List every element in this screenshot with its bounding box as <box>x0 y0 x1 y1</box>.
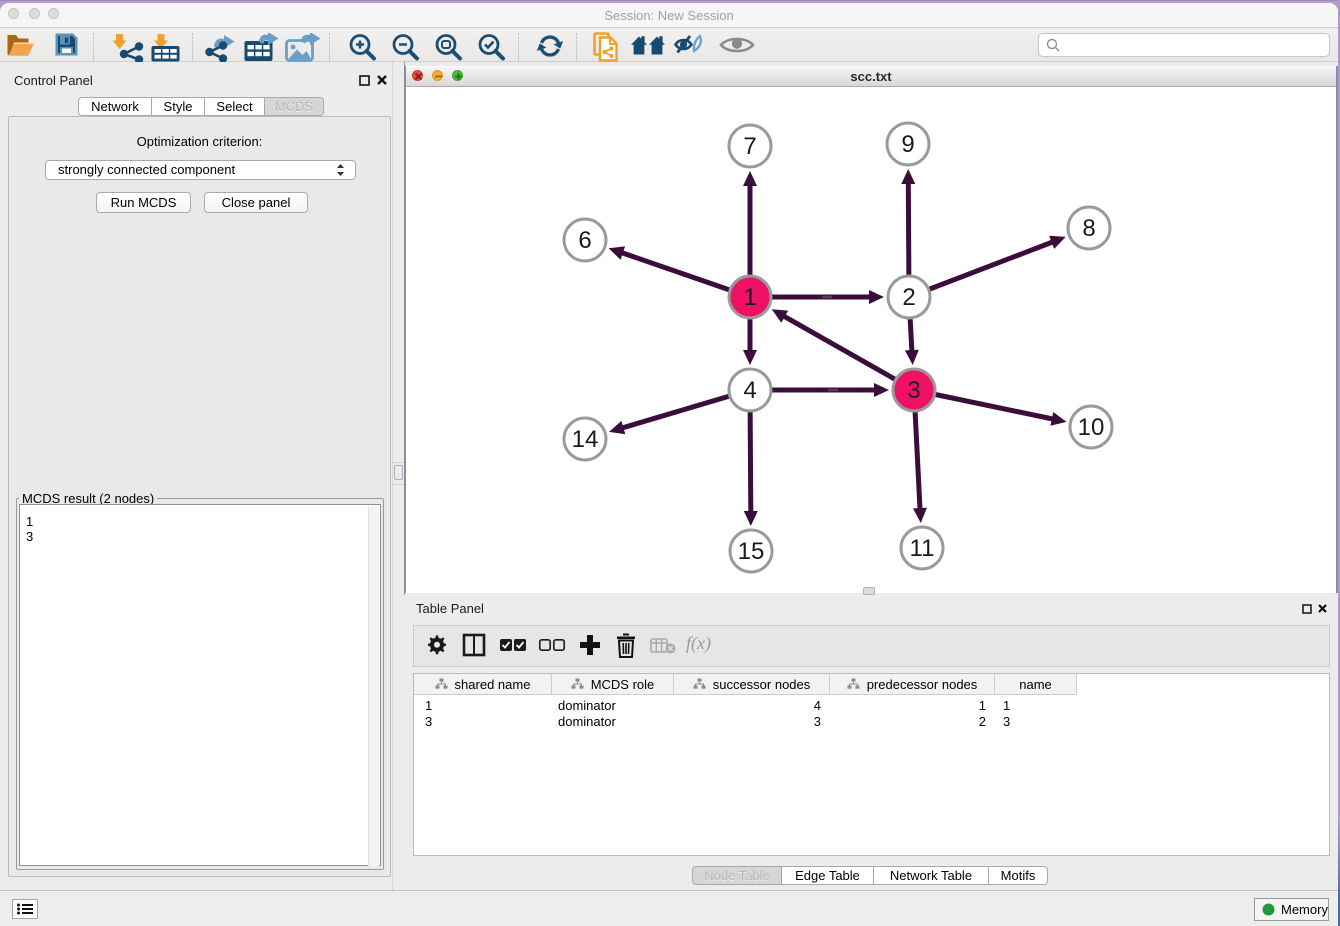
svg-text:4: 4 <box>743 377 756 404</box>
svg-text:6: 6 <box>578 227 591 254</box>
svg-text:1: 1 <box>743 284 756 311</box>
svg-text:3: 3 <box>907 377 920 404</box>
svg-text:7: 7 <box>743 133 756 160</box>
svg-text:15: 15 <box>738 538 765 565</box>
svg-text:9: 9 <box>901 131 914 158</box>
svg-text:10: 10 <box>1078 414 1105 441</box>
svg-text:2: 2 <box>902 284 915 311</box>
svg-text:14: 14 <box>572 426 599 453</box>
svg-text:8: 8 <box>1082 215 1095 242</box>
svg-text:11: 11 <box>910 535 935 562</box>
